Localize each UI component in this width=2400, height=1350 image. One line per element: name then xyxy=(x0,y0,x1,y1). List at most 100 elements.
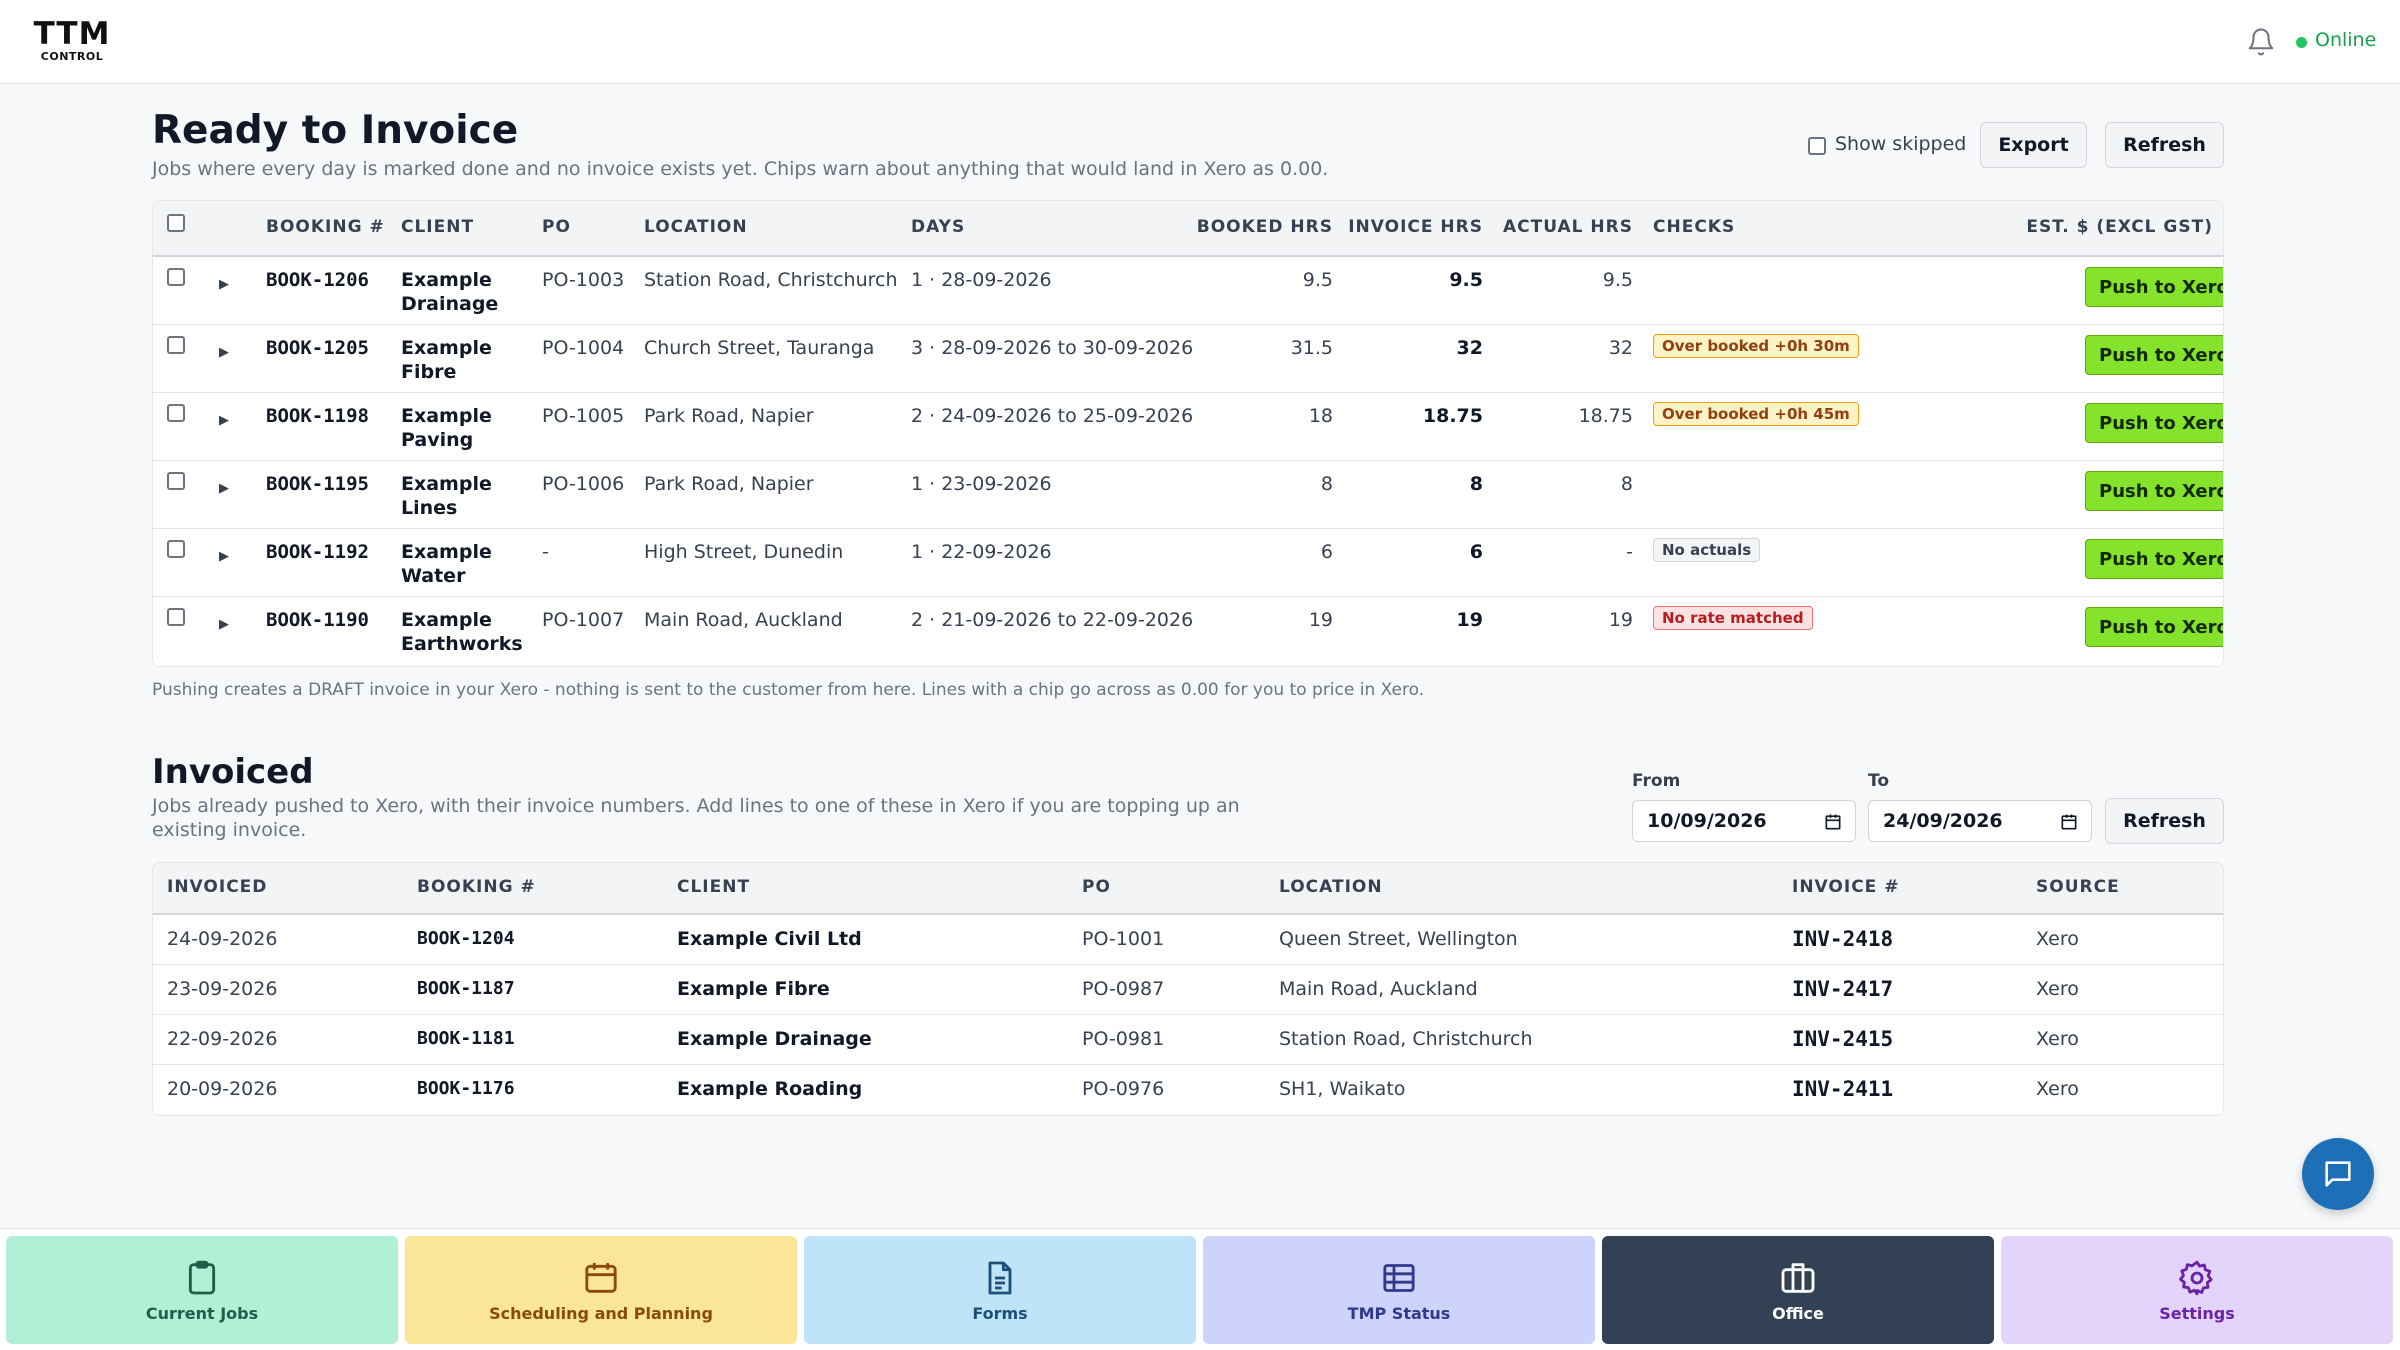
booking-number[interactable]: BOOK-1195 xyxy=(266,472,369,496)
check-chip-no-actuals: No actuals xyxy=(1653,538,1761,562)
col-po[interactable]: PO xyxy=(1082,877,1111,897)
nav-office[interactable]: Office xyxy=(1602,1236,1994,1344)
col-booking[interactable]: BOOKING # xyxy=(266,217,385,237)
client-name: Example Fibre xyxy=(677,978,830,1000)
booking-number[interactable]: BOOK-1205 xyxy=(266,336,369,360)
row-checkbox[interactable] xyxy=(167,540,185,558)
chat-button[interactable] xyxy=(2302,1138,2374,1210)
booking-number[interactable]: BOOK-1181 xyxy=(417,1027,515,1051)
row-checkbox[interactable] xyxy=(167,268,185,286)
client-name: Example Water xyxy=(401,541,492,587)
show-skipped-label[interactable]: Show skipped xyxy=(1835,133,1966,155)
booking-number[interactable]: BOOK-1190 xyxy=(266,608,369,632)
calendar-icon[interactable] xyxy=(1823,812,1843,832)
expand-caret-icon[interactable]: ▶ xyxy=(219,345,229,360)
col-booking[interactable]: BOOKING # xyxy=(417,877,536,897)
expand-caret-icon[interactable]: ▶ xyxy=(219,413,229,428)
push-to-xero-button[interactable]: Push to Xero xyxy=(2085,607,2223,647)
ready-title: Ready to Invoice xyxy=(152,108,519,153)
location: Queen Street, Wellington xyxy=(1279,928,1518,950)
calendar-icon[interactable] xyxy=(2059,812,2079,832)
table-icon xyxy=(1383,1263,1415,1292)
ready-row: ▶ BOOK-1198 Example Paving PO-1005 Park … xyxy=(153,393,2223,461)
booking-number[interactable]: BOOK-1187 xyxy=(417,977,515,1001)
expand-caret-icon[interactable]: ▶ xyxy=(219,549,229,564)
po-number: PO-0987 xyxy=(1082,978,1165,1000)
booking-number[interactable]: BOOK-1206 xyxy=(266,268,369,292)
top-bar: TTM CONTROL Online xyxy=(0,0,2400,84)
refresh-ready-button[interactable]: Refresh xyxy=(2105,122,2224,168)
expand-caret-icon[interactable]: ▶ xyxy=(219,481,229,496)
bell-icon[interactable] xyxy=(2246,27,2276,57)
invoiced-subtitle-line2: existing invoice. xyxy=(152,819,307,841)
col-location[interactable]: LOCATION xyxy=(1279,877,1383,897)
actual-hrs: - xyxy=(1626,541,1633,563)
show-skipped-checkbox[interactable] xyxy=(1808,137,1826,155)
col-invoiced[interactable]: INVOICED xyxy=(167,877,267,897)
nav-forms[interactable]: Forms xyxy=(804,1236,1196,1344)
client-name: Example Paving xyxy=(401,405,492,451)
client-name: Example Earthworks xyxy=(401,609,523,655)
push-to-xero-button[interactable]: Push to Xero xyxy=(2085,335,2223,375)
refresh-invoiced-button[interactable]: Refresh xyxy=(2105,798,2224,844)
row-checkbox[interactable] xyxy=(167,608,185,626)
col-location[interactable]: LOCATION xyxy=(644,217,748,237)
col-client[interactable]: CLIENT xyxy=(401,217,474,237)
booking-number[interactable]: BOOK-1176 xyxy=(417,1077,515,1101)
col-est[interactable]: EST. $ (EXCL GST) xyxy=(1853,217,2213,237)
invoice-number[interactable]: INV-2415 xyxy=(1792,1027,1893,1051)
nav-scheduling[interactable]: Scheduling and Planning xyxy=(405,1236,797,1344)
days: 1 · 23-09-2026 xyxy=(911,473,1052,495)
col-checks[interactable]: CHECKS xyxy=(1653,217,1735,237)
location: Main Road, Auckland xyxy=(1279,978,1478,1000)
push-to-xero-button[interactable]: Push to Xero xyxy=(2085,267,2223,307)
booked-hrs: 8 xyxy=(1320,473,1333,495)
location: Station Road, Christchurch xyxy=(1279,1028,1533,1050)
invoice-hrs: 19 xyxy=(1456,609,1483,631)
po-number: PO-1006 xyxy=(542,473,625,495)
col-days[interactable]: DAYS xyxy=(911,217,965,237)
source: Xero xyxy=(2036,1078,2079,1100)
select-all-checkbox[interactable] xyxy=(167,214,185,232)
gear-icon xyxy=(2179,1260,2213,1295)
nav-current-jobs[interactable]: Current Jobs xyxy=(6,1236,398,1344)
booked-hrs: 18 xyxy=(1308,405,1333,427)
days: 1 · 28-09-2026 xyxy=(911,269,1052,291)
nav-label: TMP Status xyxy=(1347,1303,1451,1323)
nav-settings[interactable]: Settings xyxy=(2001,1236,2393,1344)
actual-hrs: 19 xyxy=(1608,609,1633,631)
ready-row: ▶ BOOK-1192 Example Water - High Street,… xyxy=(153,529,2223,597)
push-to-xero-button[interactable]: Push to Xero xyxy=(2085,539,2223,579)
col-po[interactable]: PO xyxy=(542,217,571,237)
from-date-value: 10/09/2026 xyxy=(1647,810,1767,832)
to-date-input[interactable]: 24/09/2026 xyxy=(1868,800,2092,842)
booking-number[interactable]: BOOK-1204 xyxy=(417,927,515,951)
po-number: PO-1004 xyxy=(542,337,625,359)
col-source[interactable]: SOURCE xyxy=(2036,877,2120,897)
days: 2 · 24-09-2026 to 25-09-2026 xyxy=(911,405,1194,427)
col-invoice-number[interactable]: INVOICE # xyxy=(1792,877,1899,897)
expand-caret-icon[interactable]: ▶ xyxy=(219,277,229,292)
check-chip-no-rate: No rate matched xyxy=(1653,606,1813,630)
from-date-input[interactable]: 10/09/2026 xyxy=(1632,800,1856,842)
push-to-xero-button[interactable]: Push to Xero xyxy=(2085,403,2223,443)
export-button[interactable]: Export xyxy=(1980,122,2087,168)
row-checkbox[interactable] xyxy=(167,404,185,422)
col-client[interactable]: CLIENT xyxy=(677,877,750,897)
location: Station Road, Christchurch xyxy=(644,269,898,291)
invoice-number[interactable]: INV-2418 xyxy=(1792,927,1893,951)
booking-number[interactable]: BOOK-1192 xyxy=(266,540,369,564)
actual-hrs: 18.75 xyxy=(1578,405,1633,427)
col-actual-hrs[interactable]: ACTUAL HRS xyxy=(1453,217,1633,237)
expand-caret-icon[interactable]: ▶ xyxy=(219,617,229,632)
row-checkbox[interactable] xyxy=(167,472,185,490)
push-to-xero-button[interactable]: Push to Xero xyxy=(2085,471,2223,511)
logo[interactable]: TTM CONTROL xyxy=(32,18,112,64)
booking-number[interactable]: BOOK-1198 xyxy=(266,404,369,428)
invoice-number[interactable]: INV-2417 xyxy=(1792,977,1893,1001)
invoiced-date: 24-09-2026 xyxy=(167,928,278,950)
nav-tmp-status[interactable]: TMP Status xyxy=(1203,1236,1595,1344)
clipboard-icon xyxy=(188,1260,216,1294)
invoice-number[interactable]: INV-2411 xyxy=(1792,1077,1893,1101)
row-checkbox[interactable] xyxy=(167,336,185,354)
